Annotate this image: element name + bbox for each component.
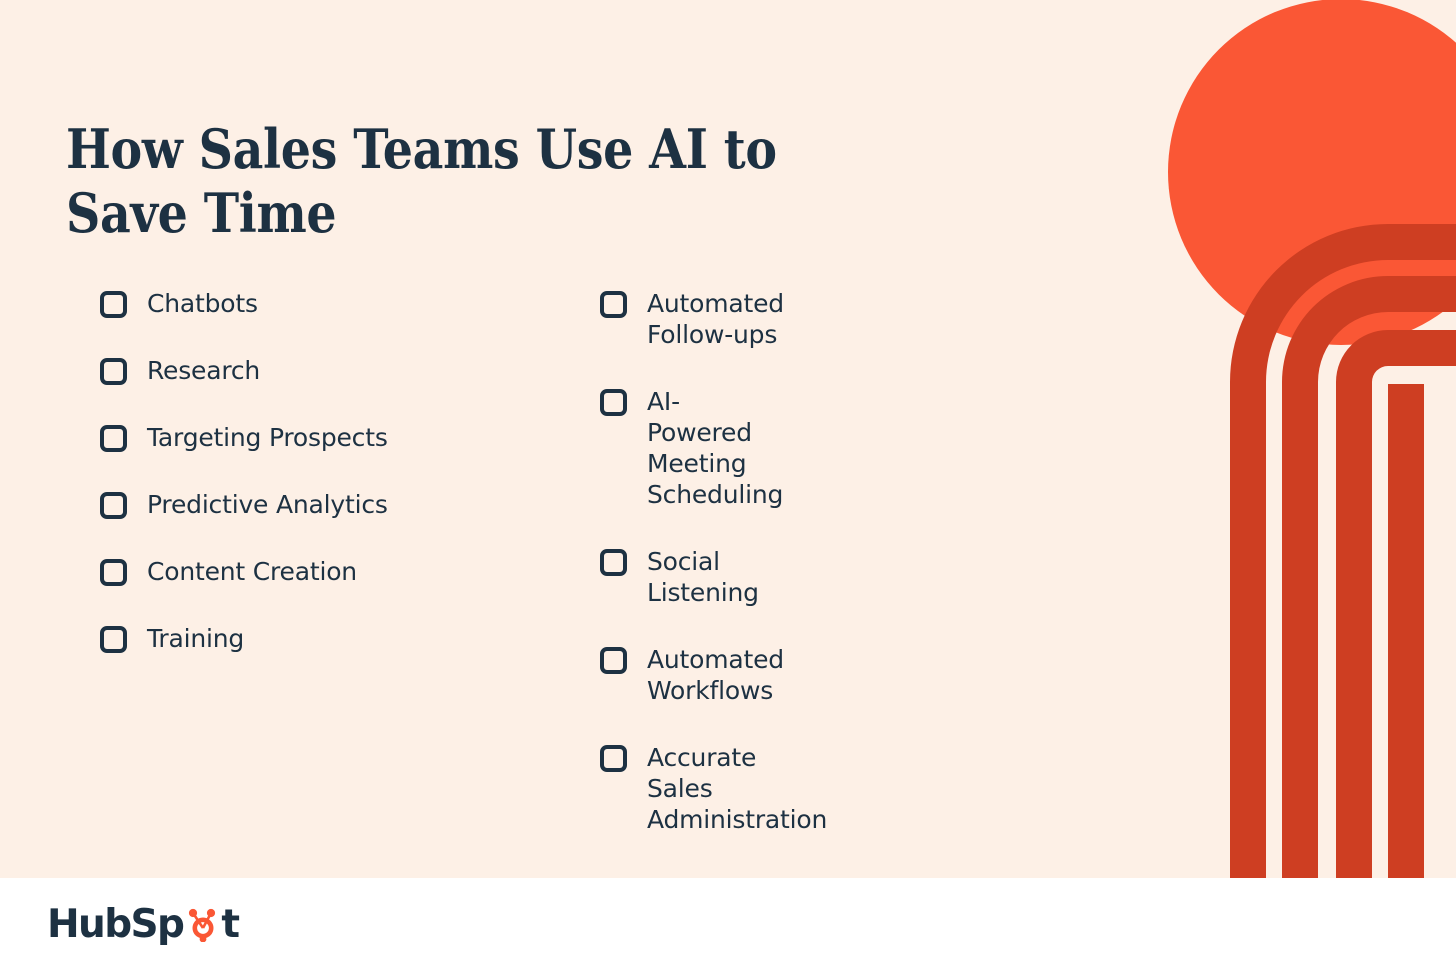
concentric-arches-icon: [1230, 224, 1456, 878]
list-item-label: Automated Workflows: [647, 645, 784, 705]
orange-shapes-svg: [1168, 0, 1456, 878]
checkbox-icon[interactable]: [600, 291, 627, 318]
footer-bar: HubSp t HubSpot: [0, 878, 1456, 971]
logo-text-suffix: t: [221, 901, 240, 947]
checkbox-icon[interactable]: [600, 549, 627, 576]
logo-text-prefix: HubSp: [47, 901, 185, 947]
checkbox-icon[interactable]: [600, 389, 627, 416]
hubspot-logo[interactable]: HubSp t HubSpot: [47, 900, 240, 948]
orange-circle-icon: [1168, 0, 1456, 345]
infographic-canvas: How Sales Teams Use AI to Save Time Chat…: [0, 0, 1456, 971]
checkbox-icon[interactable]: [600, 647, 627, 674]
content-panel: How Sales Teams Use AI to Save Time Chat…: [0, 0, 1456, 878]
hubspot-sprocket-icon: [189, 908, 216, 942]
list-item-label: Accurate Sales Administration: [647, 743, 828, 834]
list-item-label: Social Listening: [647, 547, 759, 607]
checklist: Chatbots Research Targeting Prospects Pr…: [0, 288, 1120, 835]
page-title-line-2: Save Time: [66, 180, 337, 245]
decorative-artwork: [1076, 0, 1456, 878]
page-title-line-1: How Sales Teams Use AI to: [66, 117, 777, 181]
page-title: How Sales Teams Use AI to Save Time: [66, 117, 788, 245]
list-item-label: Automated Follow-ups: [647, 289, 784, 349]
checkbox-icon[interactable]: [600, 745, 627, 772]
checklist-column-right: Automated Follow-ups AI-Powered Meeting …: [0, 288, 827, 835]
list-item-label: AI-Powered Meeting Scheduling: [647, 387, 784, 509]
